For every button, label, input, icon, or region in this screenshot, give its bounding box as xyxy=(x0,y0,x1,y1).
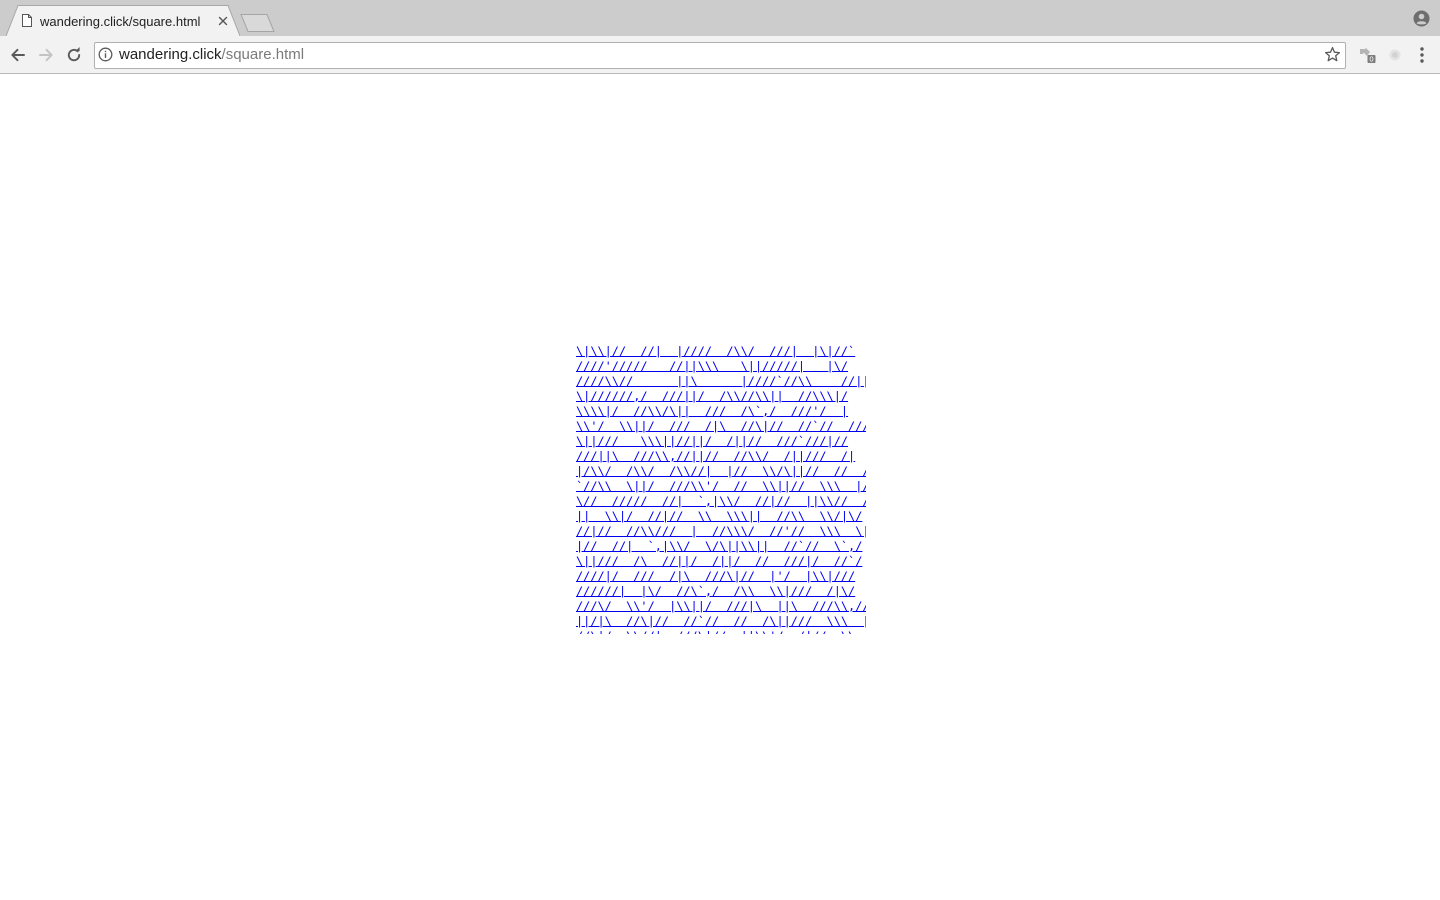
star-icon[interactable] xyxy=(1324,46,1341,63)
url-text[interactable]: wandering.click/square.html xyxy=(119,46,304,64)
square-line[interactable]: `//\\ \||/ ///\\'/ // \\||// \\\ |/ xyxy=(576,479,866,494)
square-line[interactable]: //////| |\/ //\`,/ /\\ \\|/// /|\/ xyxy=(576,584,866,599)
square-line[interactable]: ////|/ /// /|\ ///\|// |'/ |\\|/// xyxy=(576,569,866,584)
disabled-extension-icon[interactable] xyxy=(1386,46,1404,64)
square-line[interactable]: \\'/ \\||/ /// /|\ //\|// //`// /// xyxy=(576,419,866,434)
square-line[interactable]: ///||\ ///\\,//||// //\\/ /||/// /| xyxy=(576,449,866,464)
square-line[interactable]: |/\\/ /\\/ /\\//| |// \\/\||// // / xyxy=(576,464,866,479)
close-icon[interactable] xyxy=(217,15,229,27)
info-icon[interactable] xyxy=(98,47,113,62)
square-line[interactable]: \||/// /\ //||/ /||/ // ///|/ //`/ xyxy=(576,554,866,569)
square-line[interactable]: ////'///// //||\\\ \||/////| |\/ xyxy=(576,359,866,374)
square-line[interactable]: \\\\|/ //\\/\|| /// /\`,/ ///'/ | xyxy=(576,404,866,419)
kebab-menu-icon[interactable] xyxy=(1418,46,1426,64)
page-icon xyxy=(22,14,32,27)
puzzle-badge-icon[interactable]: 0 xyxy=(1358,46,1376,64)
reload-icon[interactable] xyxy=(65,46,83,64)
square-line[interactable]: \||/// \\\||//||/ /||// ///`///|// xyxy=(576,434,866,449)
url-path: /square.html xyxy=(221,46,305,63)
square-line[interactable]: || \\|/ //|// \\ \\\|| //\\ \\/|\/ xyxy=(576,509,866,524)
square-line[interactable]: ///\/ \\'/ |\\||/ ///|\ ||\ ///\\,// xyxy=(576,599,866,614)
extension-badge-count: 0 xyxy=(1369,55,1373,64)
square-line[interactable]: //|// //\\/// | //\\\/ //'// \\\ \| xyxy=(576,524,866,539)
square-line[interactable]: \|//////,/ ///||/ /\\//\\|| //\\\|/ xyxy=(576,389,866,404)
tab-title: wandering.click/square.html xyxy=(40,14,201,29)
forward-arrow-icon[interactable] xyxy=(37,46,55,64)
square-line[interactable]: |// //| `,|\\/ \/\||\\|| //`// \`,/ xyxy=(576,539,866,554)
ascii-square-link[interactable]: \|\\|// //| |//// /\\/ ///| |\|//`////'/… xyxy=(576,344,866,634)
back-arrow-icon[interactable] xyxy=(9,46,27,64)
square-line[interactable]: \|\\|// //| |//// /\\/ ///| |\|//` xyxy=(576,344,866,359)
square-line[interactable]: ////\\// ||\ |////`//\\ //|| xyxy=(576,374,866,389)
new-tab-icon[interactable] xyxy=(240,13,276,33)
url-host: wandering.click xyxy=(119,46,222,63)
square-line[interactable]: ||/|\ //\|// //`// // /\||/// \\\ | xyxy=(576,614,866,629)
square-line[interactable]: \// ///// //| `,|\\/ //|// ||\\// // xyxy=(576,494,866,509)
profile-icon[interactable] xyxy=(1413,10,1430,27)
square-line[interactable]: //\|/ \\//| ///\|// ||\\'/ /|// \\ xyxy=(576,629,866,634)
